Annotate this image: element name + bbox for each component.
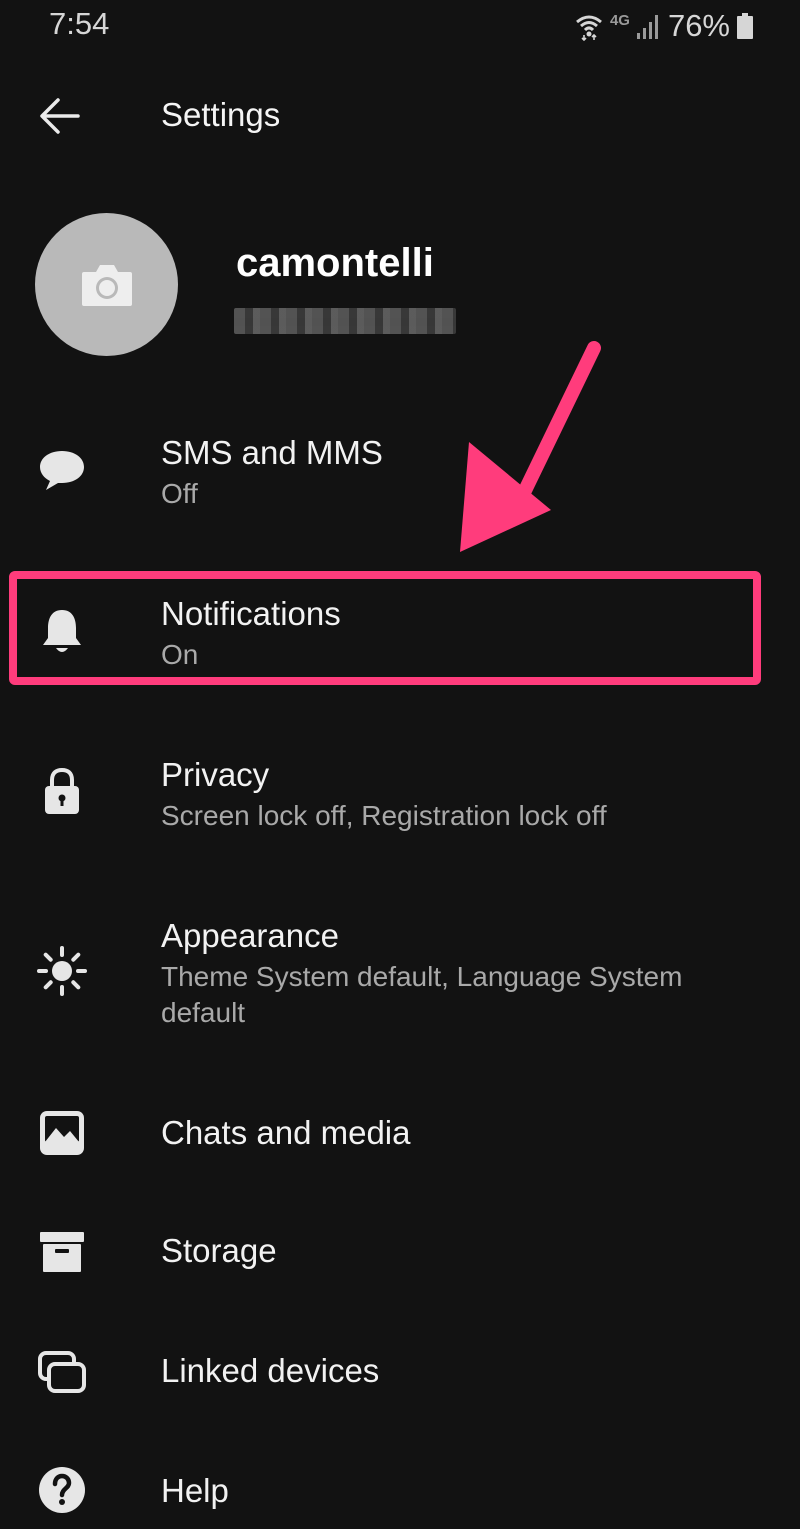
status-time: 7:54 — [49, 6, 110, 41]
settings-item-subtitle: Off — [161, 478, 198, 509]
app-header: Settings — [0, 70, 800, 162]
settings-item-title: SMS and MMS — [161, 434, 383, 471]
camera-icon — [81, 264, 132, 306]
image-icon — [36, 1107, 88, 1159]
settings-item-title: Storage — [161, 1232, 277, 1269]
settings-item-title: Appearance — [161, 917, 339, 954]
settings-item-privacy[interactable]: Privacy Screen lock off, Registration lo… — [0, 750, 800, 850]
settings-item-subtitle: Theme System default, Language System de… — [161, 961, 683, 1028]
devices-icon — [36, 1346, 88, 1398]
archive-icon — [36, 1226, 88, 1278]
sun-icon — [36, 945, 88, 997]
profile-name: camontelli — [236, 241, 434, 285]
settings-item-sms-mms[interactable]: SMS and MMS Off — [0, 428, 800, 528]
page-title: Settings — [161, 96, 281, 133]
back-button[interactable] — [30, 88, 90, 144]
battery-percent: 76% — [667, 8, 730, 43]
signal-icon — [636, 12, 662, 40]
wifi-icon — [574, 11, 604, 41]
settings-item-title: Notifications — [161, 595, 341, 632]
settings-item-title: Linked devices — [161, 1352, 380, 1389]
status-icons: 4G 76% — [574, 8, 754, 44]
status-bar: 7:54 4G 76% — [0, 0, 800, 56]
settings-item-chats-media[interactable]: Chats and media — [0, 1100, 800, 1170]
settings-item-storage[interactable]: Storage — [0, 1218, 800, 1288]
settings-item-title: Chats and media — [161, 1114, 411, 1151]
battery-icon — [736, 12, 754, 40]
settings-item-help[interactable]: Help — [0, 1458, 800, 1528]
chat-bubble-icon — [36, 444, 88, 496]
profile-section[interactable]: camontelli — [0, 205, 800, 365]
lock-icon — [36, 766, 88, 818]
settings-item-appearance[interactable]: Appearance Theme System default, Languag… — [0, 911, 800, 1041]
help-icon — [36, 1464, 88, 1516]
settings-item-notifications[interactable]: Notifications On — [0, 589, 800, 689]
avatar[interactable] — [35, 213, 178, 356]
arrow-left-icon — [40, 98, 80, 134]
profile-phone-redacted — [234, 308, 456, 334]
bell-icon — [36, 605, 88, 657]
settings-item-title: Privacy — [161, 756, 270, 793]
settings-item-subtitle: Screen lock off, Registration lock off — [161, 800, 607, 831]
network-label: 4G — [609, 12, 630, 29]
settings-item-title: Help — [161, 1472, 229, 1509]
settings-item-subtitle: On — [161, 639, 199, 670]
settings-item-linked-devices[interactable]: Linked devices — [0, 1338, 800, 1408]
